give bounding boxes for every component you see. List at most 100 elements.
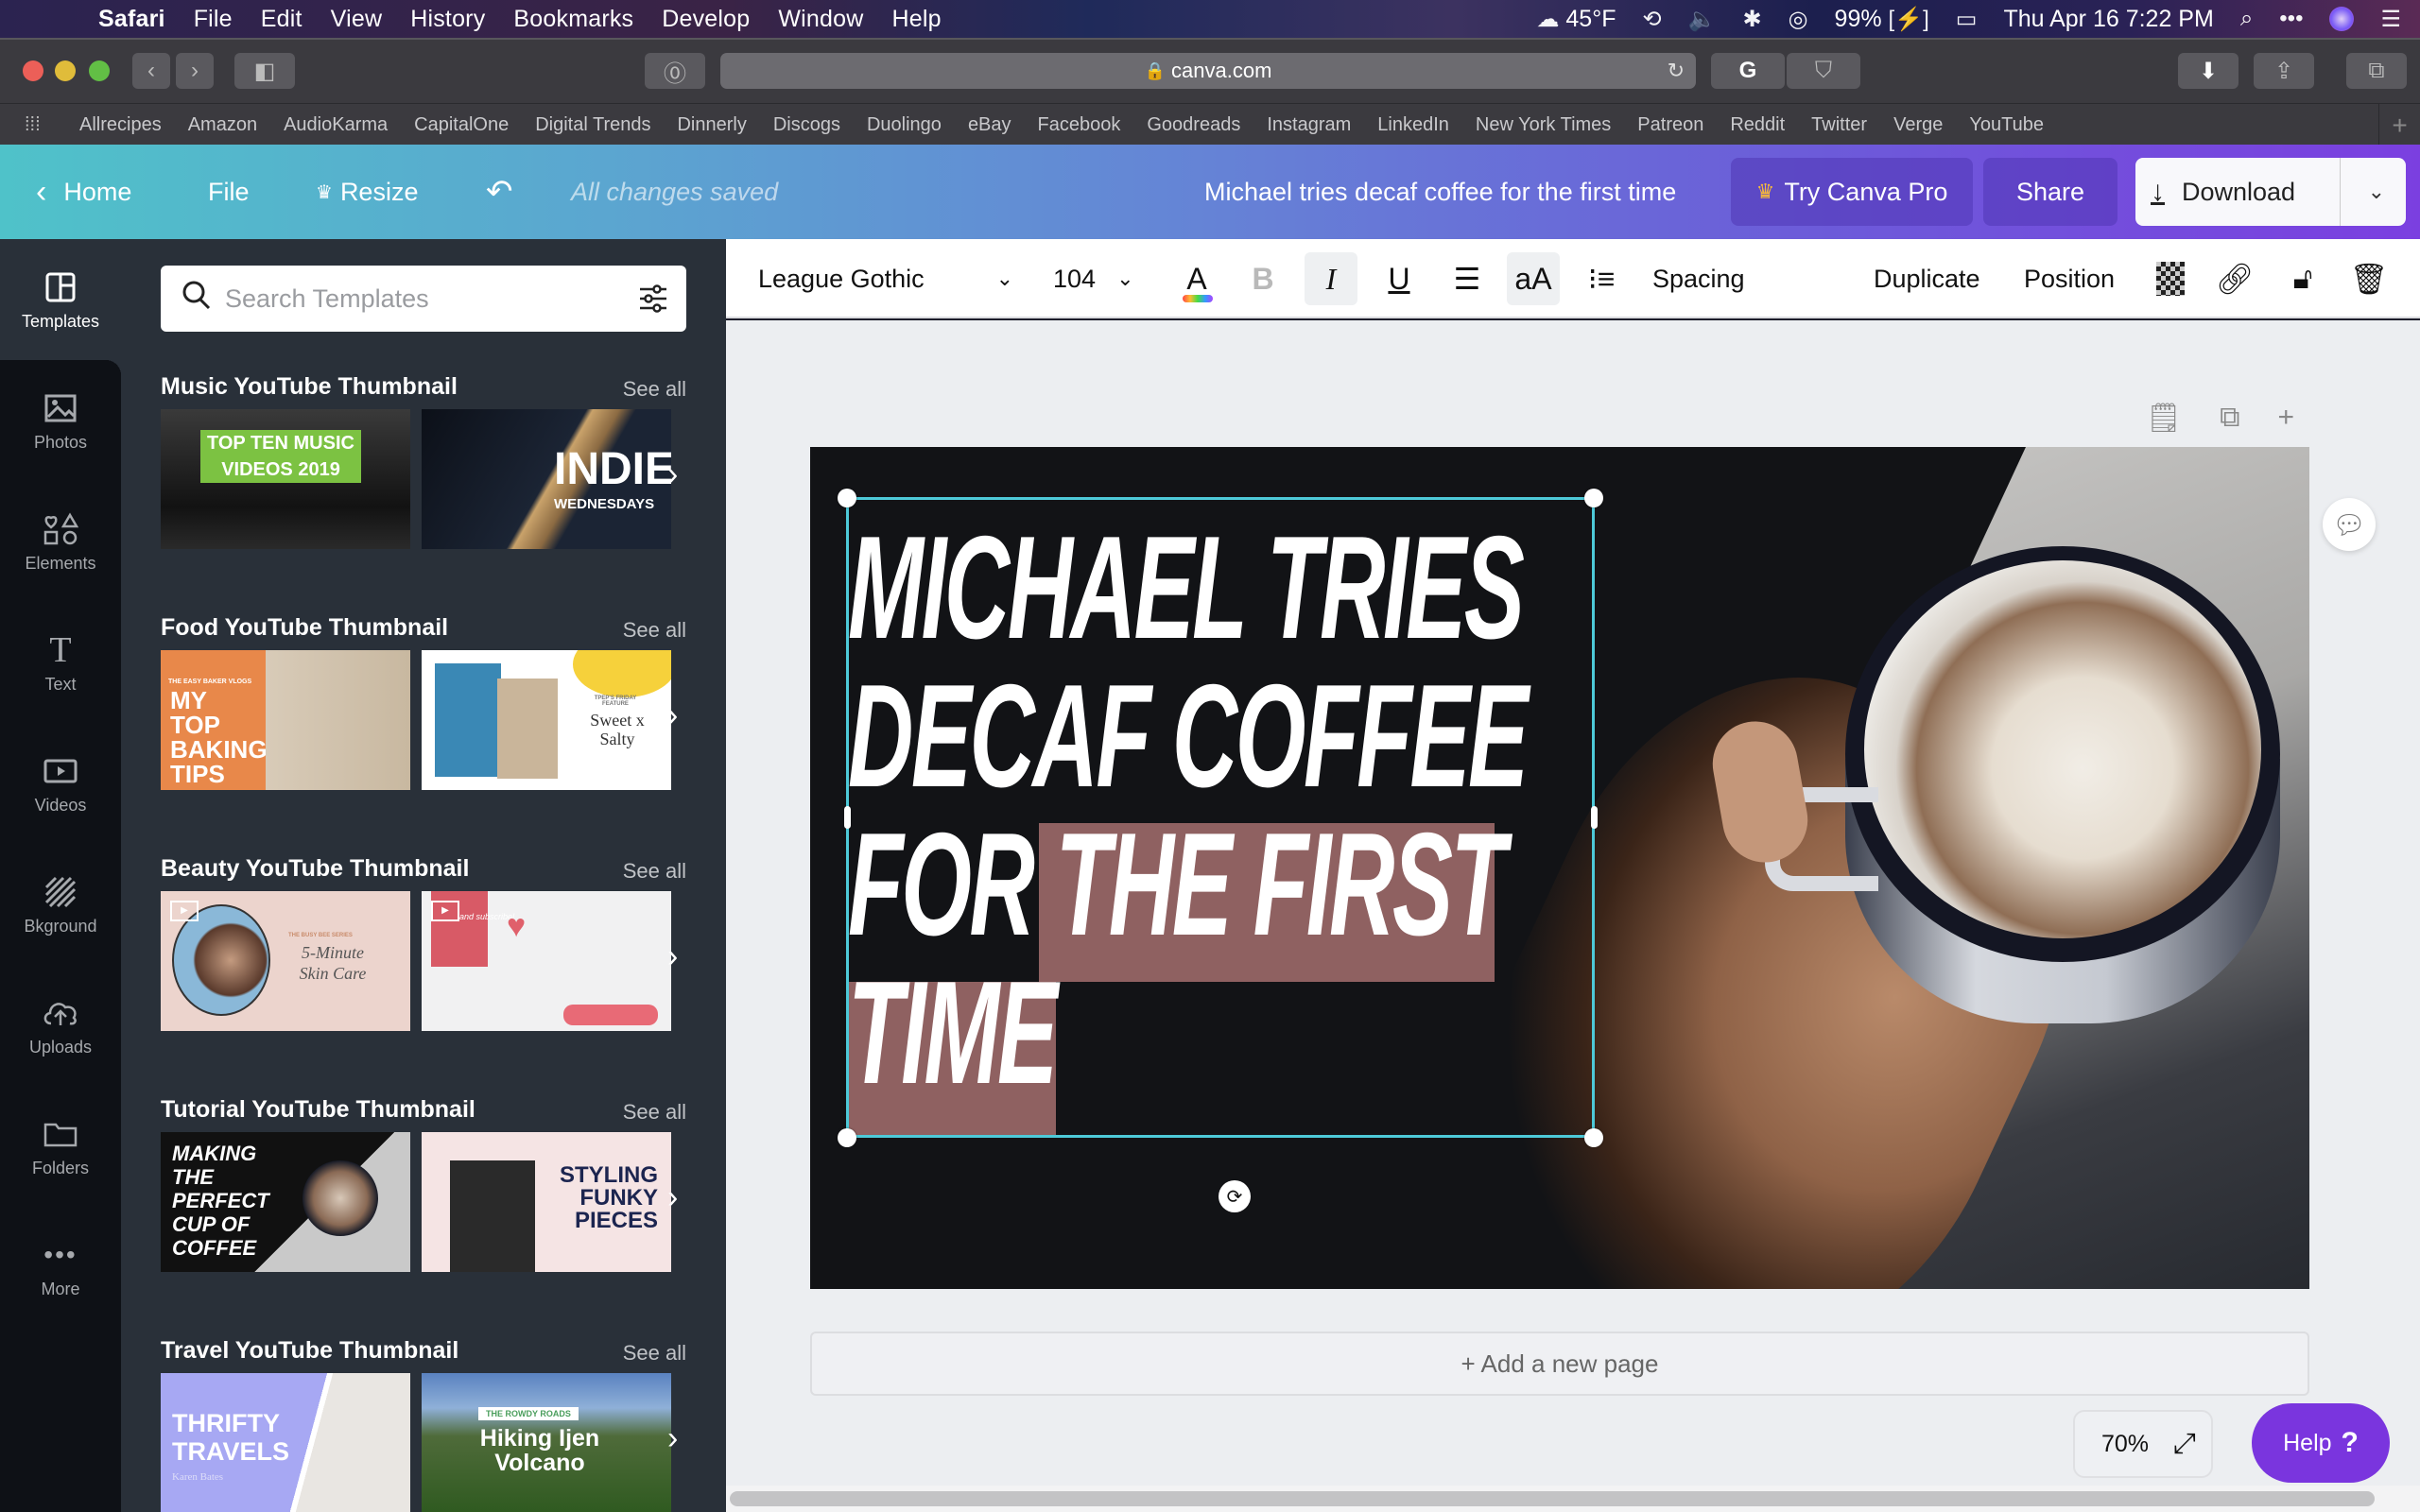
resize-handle-bottom-right[interactable] bbox=[1584, 1128, 1603, 1147]
text-color-button[interactable]: A bbox=[1170, 252, 1223, 305]
menu-develop[interactable]: Develop bbox=[662, 6, 750, 33]
reload-icon[interactable]: ↻ bbox=[1668, 59, 1685, 83]
sidebar-item-folders[interactable]: Folders bbox=[0, 1086, 121, 1207]
menu-help[interactable]: Help bbox=[892, 6, 942, 33]
chevron-right-icon[interactable]: › bbox=[667, 938, 678, 975]
sidebar-item-background[interactable]: Bkground bbox=[0, 844, 121, 965]
template-thumbnail[interactable]: THE EASY BAKER VLOGS MY TOP BAKING TIPS bbox=[161, 650, 410, 790]
download-button[interactable]: ↓ Download ⌄ bbox=[2135, 158, 2406, 226]
see-all-link[interactable]: See all bbox=[623, 377, 686, 402]
window-minimize-button[interactable] bbox=[55, 60, 76, 81]
help-button[interactable]: Help ? bbox=[2252, 1403, 2390, 1483]
menu-history[interactable]: History bbox=[410, 6, 485, 33]
bookmark-allrecipes[interactable]: Allrecipes bbox=[79, 114, 162, 136]
add-new-page-button[interactable]: + Add a new page bbox=[810, 1332, 2309, 1396]
tab-overview-button[interactable]: ⧉ bbox=[2346, 53, 2407, 89]
sidebar-item-uploads[interactable]: Uploads bbox=[0, 965, 121, 1086]
airplay-icon[interactable]: ▭ bbox=[1956, 6, 1978, 33]
chevron-right-icon[interactable]: › bbox=[667, 697, 678, 734]
filter-sliders-icon[interactable] bbox=[637, 283, 669, 319]
share-button[interactable]: Share bbox=[1983, 158, 2118, 226]
design-canvas[interactable]: MICHAEL TRIES DECAF COFFEE FOR THE FIRST… bbox=[810, 447, 2309, 1289]
add-comment-button[interactable]: 💬︎ bbox=[2323, 498, 2376, 551]
volume-icon[interactable]: 🔈 bbox=[1688, 6, 1717, 33]
sidebar-toggle-button[interactable]: ◧ bbox=[234, 53, 295, 89]
resize-handle-top-left[interactable] bbox=[838, 489, 856, 507]
bookmark-duolingo[interactable]: Duolingo bbox=[867, 114, 942, 136]
bookmark-new-york-times[interactable]: New York Times bbox=[1476, 114, 1611, 136]
bold-button[interactable]: B bbox=[1236, 252, 1289, 305]
home-button[interactable]: ‹ Home bbox=[36, 145, 131, 239]
template-thumbnail[interactable]: TOP TEN MUSIC VIDEOS 2019 bbox=[161, 409, 410, 549]
chevron-right-icon[interactable]: › bbox=[667, 1420, 678, 1457]
chevron-right-icon[interactable]: › bbox=[667, 1179, 678, 1216]
see-all-link[interactable]: See all bbox=[623, 1341, 686, 1366]
window-close-button[interactable] bbox=[23, 60, 43, 81]
bookmark-facebook[interactable]: Facebook bbox=[1038, 114, 1121, 136]
bookmark-twitter[interactable]: Twitter bbox=[1811, 114, 1867, 136]
template-thumbnail[interactable]: ▶ THE BUSY BEE SERIES 5-Minute Skin Care bbox=[161, 891, 410, 1031]
bookmark-youtube[interactable]: YouTube bbox=[1969, 114, 2044, 136]
position-button[interactable]: Position bbox=[2024, 239, 2115, 318]
search-templates-box[interactable] bbox=[161, 266, 686, 332]
bookmark-reddit[interactable]: Reddit bbox=[1730, 114, 1785, 136]
address-bar[interactable]: 🔒 canva.com ↻ bbox=[720, 53, 1696, 89]
top-sites-grid-icon[interactable]: ⁞⁞⁞ bbox=[25, 114, 53, 136]
menu-edit[interactable]: Edit bbox=[261, 6, 302, 33]
bookmark-patreon[interactable]: Patreon bbox=[1637, 114, 1703, 136]
window-zoom-button[interactable] bbox=[89, 60, 110, 81]
more-dots-icon[interactable]: ••• bbox=[2279, 6, 2303, 32]
chevron-right-icon[interactable]: › bbox=[667, 456, 678, 493]
horizontal-scrollbar[interactable] bbox=[730, 1491, 2375, 1506]
template-thumbnail[interactable]: TPEP'S FRIDAY FEATURE Sweet x Salty bbox=[422, 650, 671, 790]
fullscreen-expand-icon[interactable]: ⤢ bbox=[2173, 1428, 2196, 1460]
siri-icon[interactable] bbox=[2329, 7, 2355, 31]
sidebar-item-more[interactable]: ••• More bbox=[0, 1207, 121, 1328]
clock[interactable]: Thu Apr 16 7:22 PM bbox=[2003, 6, 2213, 33]
delete-button[interactable]: 🗑︎ bbox=[2342, 252, 2395, 305]
weather-status[interactable]: ☁ 45°F bbox=[1536, 6, 1616, 33]
see-all-link[interactable]: See all bbox=[623, 859, 686, 884]
transparency-button[interactable] bbox=[2144, 252, 2197, 305]
template-thumbnail[interactable]: MAKING THE PERFECT CUP OF COFFEE bbox=[161, 1132, 410, 1272]
document-title[interactable]: Michael tries decaf coffee for the first… bbox=[1204, 145, 1676, 239]
bluetooth-icon[interactable]: ✱ bbox=[1742, 6, 1761, 33]
menu-window[interactable]: Window bbox=[778, 6, 863, 33]
file-menu-button[interactable]: File bbox=[208, 145, 250, 239]
grammarly-extension-button[interactable]: G bbox=[1711, 53, 1785, 89]
rotate-handle-icon[interactable]: ⟳ bbox=[1219, 1180, 1251, 1212]
bookmark-linkedin[interactable]: LinkedIn bbox=[1377, 114, 1449, 136]
new-tab-plus-icon[interactable]: + bbox=[2378, 104, 2420, 147]
lock-button[interactable]: 🔓︎ bbox=[2276, 252, 2329, 305]
battery-status[interactable]: 99% [⚡] bbox=[1835, 6, 1929, 33]
italic-button[interactable]: I bbox=[1305, 252, 1357, 305]
menu-bookmarks[interactable]: Bookmarks bbox=[513, 6, 633, 33]
resize-handle-bottom-left[interactable] bbox=[838, 1128, 856, 1147]
list-button[interactable]: ⁝≡ bbox=[1575, 252, 1628, 305]
template-thumbnail[interactable]: THRIFTY TRAVELS Karen Bates bbox=[161, 1373, 410, 1512]
font-family-dropdown[interactable]: League Gothic ⌄ bbox=[758, 239, 1013, 318]
sidebar-item-templates[interactable]: Templates bbox=[0, 239, 121, 375]
bookmark-instagram[interactable]: Instagram bbox=[1267, 114, 1351, 136]
resize-handle-right[interactable] bbox=[1591, 806, 1598, 829]
bookmark-goodreads[interactable]: Goodreads bbox=[1147, 114, 1240, 136]
link-button[interactable]: 🔗︎ bbox=[2208, 252, 2261, 305]
password-manager-button[interactable]: ⓪ bbox=[645, 53, 705, 89]
page-notes-icon[interactable]: 🗒︎ bbox=[2146, 402, 2182, 435]
menu-app-safari[interactable]: Safari bbox=[98, 6, 165, 33]
sidebar-item-videos[interactable]: Videos bbox=[0, 723, 121, 844]
template-thumbnail[interactable]: INDIE WEDNESDAYS bbox=[422, 409, 671, 549]
try-canva-pro-button[interactable]: ♛ Try Canva Pro bbox=[1731, 158, 1973, 226]
bookmark-discogs[interactable]: Discogs bbox=[773, 114, 840, 136]
adblock-extension-button[interactable]: ⛉ bbox=[1787, 53, 1860, 89]
font-size-dropdown[interactable]: 104 ⌄ bbox=[1053, 239, 1134, 318]
search-templates-input[interactable] bbox=[225, 284, 603, 314]
time-machine-icon[interactable]: ⟲ bbox=[1642, 6, 1661, 33]
bookmark-dinnerly[interactable]: Dinnerly bbox=[677, 114, 746, 136]
spotlight-search-icon[interactable]: ⌕ bbox=[2240, 6, 2253, 32]
text-align-button[interactable]: ☰ bbox=[1441, 252, 1494, 305]
forward-button[interactable]: › bbox=[176, 53, 214, 89]
sidebar-item-text[interactable]: T Text bbox=[0, 602, 121, 723]
resize-handle-left[interactable] bbox=[844, 806, 851, 829]
menu-view[interactable]: View bbox=[331, 6, 383, 33]
